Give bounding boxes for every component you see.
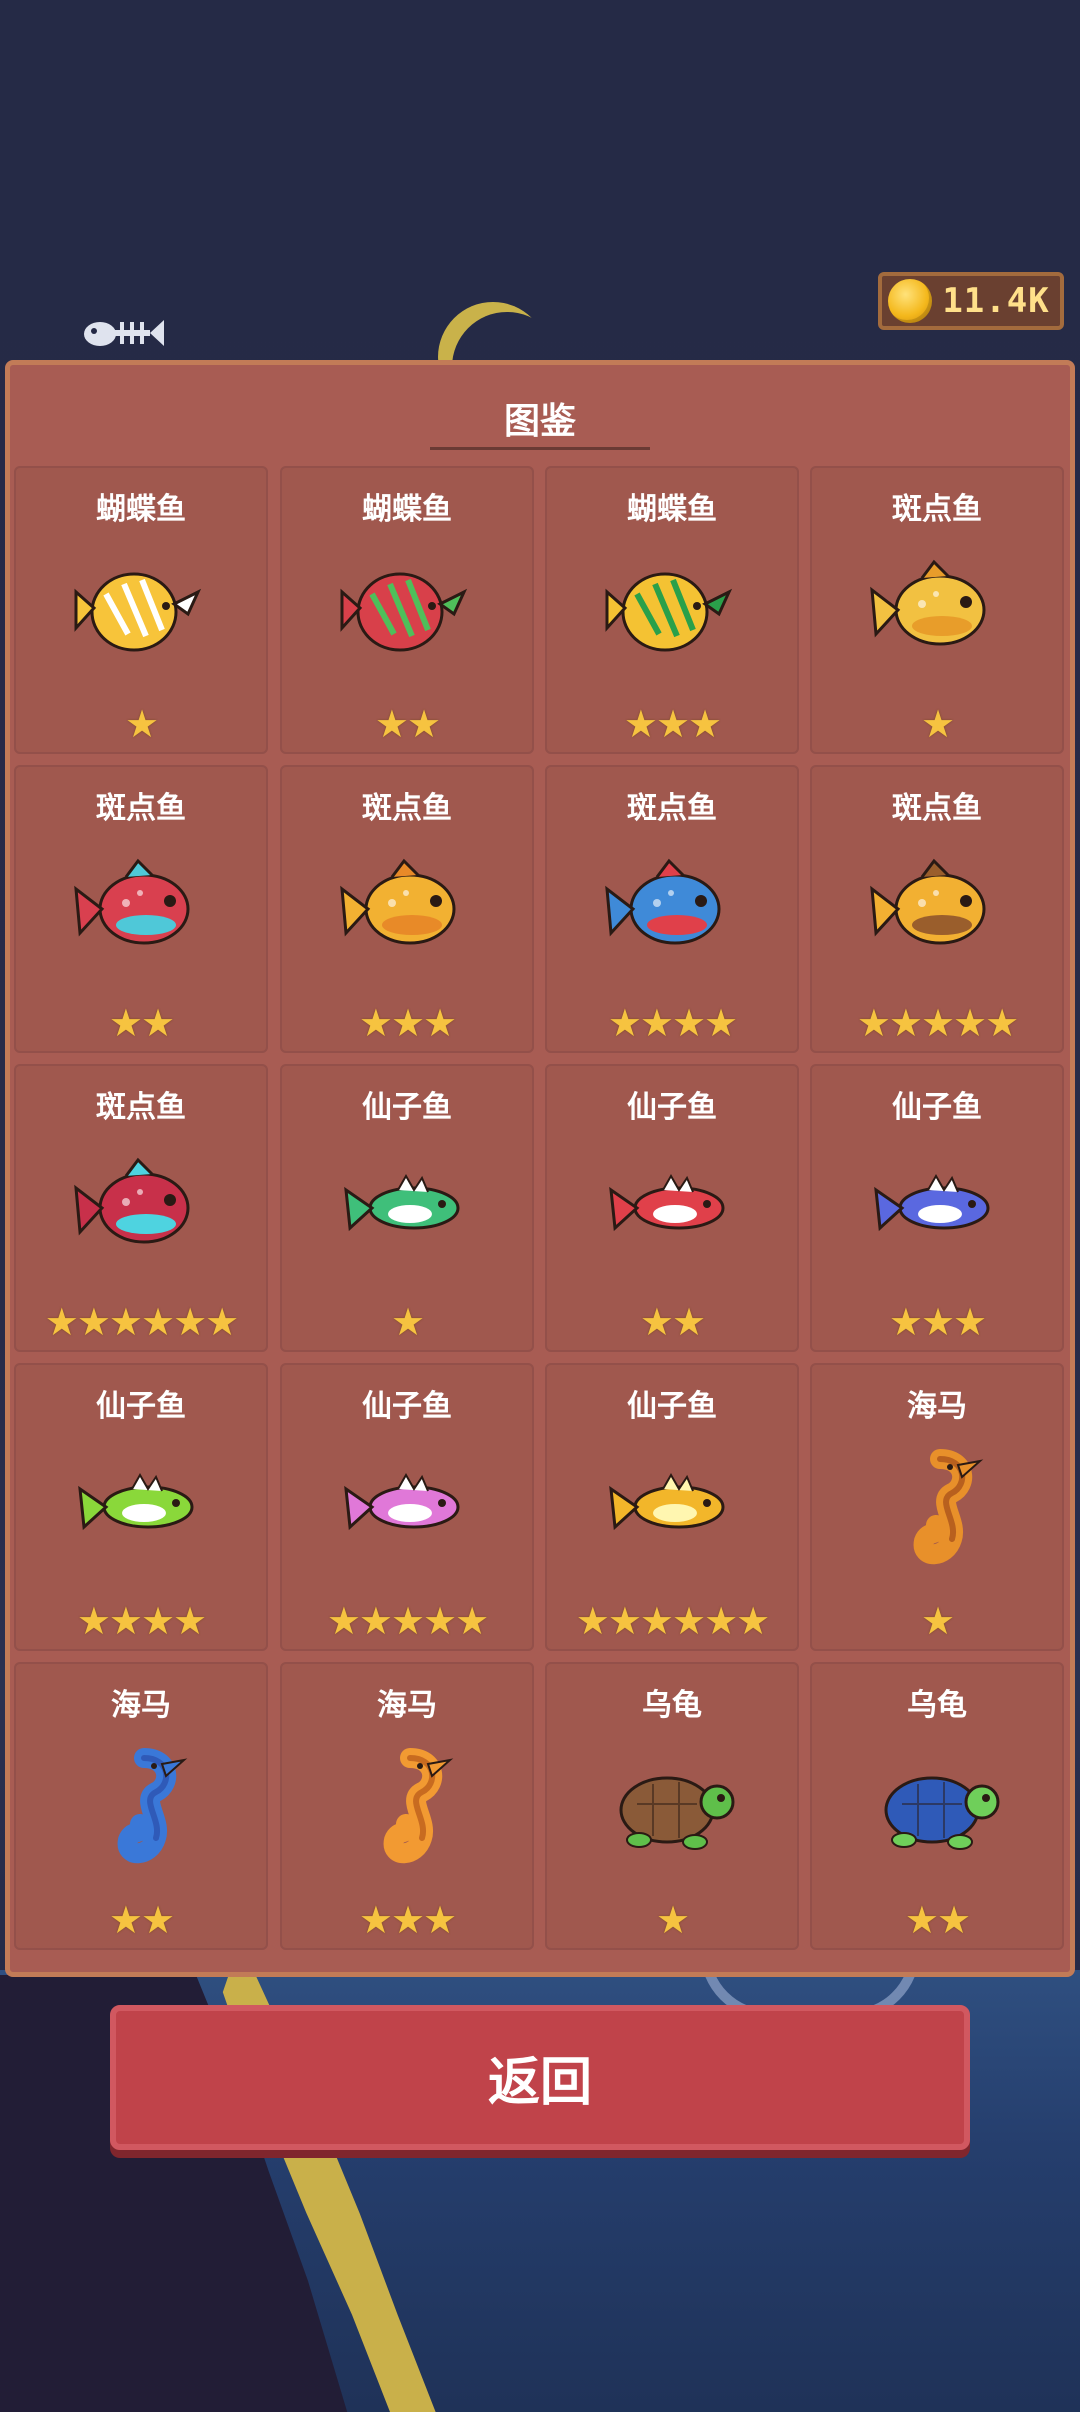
seahorse-sprite-icon [383, 1748, 454, 1864]
collection-item[interactable]: 斑点鱼 ★★★★★ [810, 765, 1064, 1053]
collection-item[interactable]: 仙子鱼 ★★★★★★ [545, 1363, 799, 1651]
creature-name: 海马 [377, 1688, 437, 1723]
fairy-sprite-icon [874, 1173, 990, 1232]
creature-name: 海马 [907, 1389, 967, 1424]
collection-item[interactable]: 蝴蝶鱼 ★ [14, 466, 268, 754]
creature-name: 仙子鱼 [362, 1090, 452, 1125]
collection-item[interactable]: 斑点鱼 ★★★★ [545, 765, 799, 1053]
collection-item[interactable]: 蝴蝶鱼 ★★ [280, 466, 534, 754]
rarity-stars: ★★ [108, 1898, 175, 1942]
spot-sprite-icon [74, 858, 190, 945]
butterfly-sprite-icon [340, 572, 468, 652]
rarity-stars: ★★★ [888, 1300, 987, 1344]
collection-item[interactable]: 斑点鱼 ★★ [14, 765, 268, 1053]
turtle-sprite-icon [619, 1776, 735, 1850]
rarity-stars: ★★ [374, 702, 441, 746]
back-button-label: 返回 [487, 2053, 592, 2113]
collection-item[interactable]: 仙子鱼 ★ [280, 1064, 534, 1352]
collection-item[interactable]: 仙子鱼 ★★★★★ [280, 1363, 534, 1651]
creature-name: 海马 [111, 1688, 171, 1723]
collection-item[interactable]: 仙子鱼 ★★ [545, 1064, 799, 1352]
creature-name: 斑点鱼 [96, 791, 186, 826]
spot-sprite-icon [74, 1157, 190, 1244]
rarity-stars: ★★★ [358, 1898, 457, 1942]
collection-item[interactable]: 乌龟 ★ [545, 1662, 799, 1950]
creature-name: 斑点鱼 [96, 1090, 186, 1125]
collection-item[interactable]: 斑点鱼 ★★★★★★ [14, 1064, 268, 1352]
collection-item[interactable]: 海马 ★ [810, 1363, 1064, 1651]
fairy-sprite-icon [344, 1173, 460, 1232]
collection-item[interactable]: 海马 ★★★ [280, 1662, 534, 1950]
creature-name: 蝴蝶鱼 [96, 492, 186, 527]
rarity-stars: ★★★★★★ [575, 1599, 770, 1643]
rarity-stars: ★ [390, 1300, 425, 1344]
spot-sprite-icon [340, 858, 456, 945]
fairy-sprite-icon [609, 1173, 725, 1232]
butterfly-sprite-icon [605, 572, 733, 652]
creature-name: 仙子鱼 [96, 1389, 186, 1424]
back-button[interactable]: 返回 [110, 2005, 970, 2150]
collection-item[interactable]: 斑点鱼 ★★★ [280, 765, 534, 1053]
spot-sprite-icon [870, 858, 986, 945]
turtle-sprite-icon [884, 1776, 1000, 1850]
fairy-sprite-icon [344, 1472, 460, 1531]
rarity-stars: ★★ [904, 1898, 971, 1942]
rarity-stars: ★★ [108, 1001, 175, 1045]
collection-item[interactable]: 蝴蝶鱼 ★★★ [545, 466, 799, 754]
rarity-stars: ★★★★ [607, 1001, 738, 1045]
title-underline [430, 447, 650, 450]
creature-name: 乌龟 [907, 1688, 967, 1723]
rarity-stars: ★★★ [623, 702, 722, 746]
rarity-stars: ★ [920, 1599, 955, 1643]
seahorse-sprite-icon [117, 1748, 188, 1864]
creature-name: 仙子鱼 [362, 1389, 452, 1424]
spot-sprite-icon [870, 559, 986, 646]
coin-icon [888, 279, 932, 323]
rarity-stars: ★★★★ [76, 1599, 207, 1643]
creature-name: 仙子鱼 [627, 1389, 717, 1424]
collection-item[interactable]: 斑点鱼 ★ [810, 466, 1064, 754]
coin-counter: 11.4K [878, 272, 1064, 330]
rarity-stars: ★★★★★ [326, 1599, 489, 1643]
collection-item[interactable]: 乌龟 ★★ [810, 1662, 1064, 1950]
creature-name: 斑点鱼 [892, 492, 982, 527]
rarity-stars: ★★★★★★ [44, 1300, 239, 1344]
collection-item[interactable]: 仙子鱼 ★★★ [810, 1064, 1064, 1352]
collection-item[interactable]: 仙子鱼 ★★★★ [14, 1363, 268, 1651]
rarity-stars: ★ [124, 702, 159, 746]
panel-title: 图鉴 [503, 401, 576, 442]
butterfly-sprite-icon [74, 572, 202, 652]
collection-item[interactable]: 海马 ★★ [14, 1662, 268, 1950]
creature-name: 仙子鱼 [892, 1090, 982, 1125]
creature-name: 仙子鱼 [627, 1090, 717, 1125]
rarity-stars: ★★★ [358, 1001, 457, 1045]
rarity-stars: ★ [920, 702, 955, 746]
creature-name: 蝴蝶鱼 [627, 492, 717, 527]
creature-name: 乌龟 [642, 1688, 702, 1723]
rarity-stars: ★ [655, 1898, 690, 1942]
rarity-stars: ★★★★★ [856, 1001, 1019, 1045]
rarity-stars: ★★ [639, 1300, 706, 1344]
creature-name: 蝴蝶鱼 [362, 492, 452, 527]
creature-name: 斑点鱼 [627, 791, 717, 826]
coin-amount: 11.4K [942, 281, 1050, 321]
spot-sprite-icon [605, 858, 721, 945]
fairy-sprite-icon [609, 1472, 725, 1531]
creature-name: 斑点鱼 [892, 791, 982, 826]
fairy-sprite-icon [78, 1472, 194, 1531]
creature-name: 斑点鱼 [362, 791, 452, 826]
seahorse-sprite-icon [913, 1449, 984, 1565]
fish-skeleton-decoration [84, 320, 164, 346]
